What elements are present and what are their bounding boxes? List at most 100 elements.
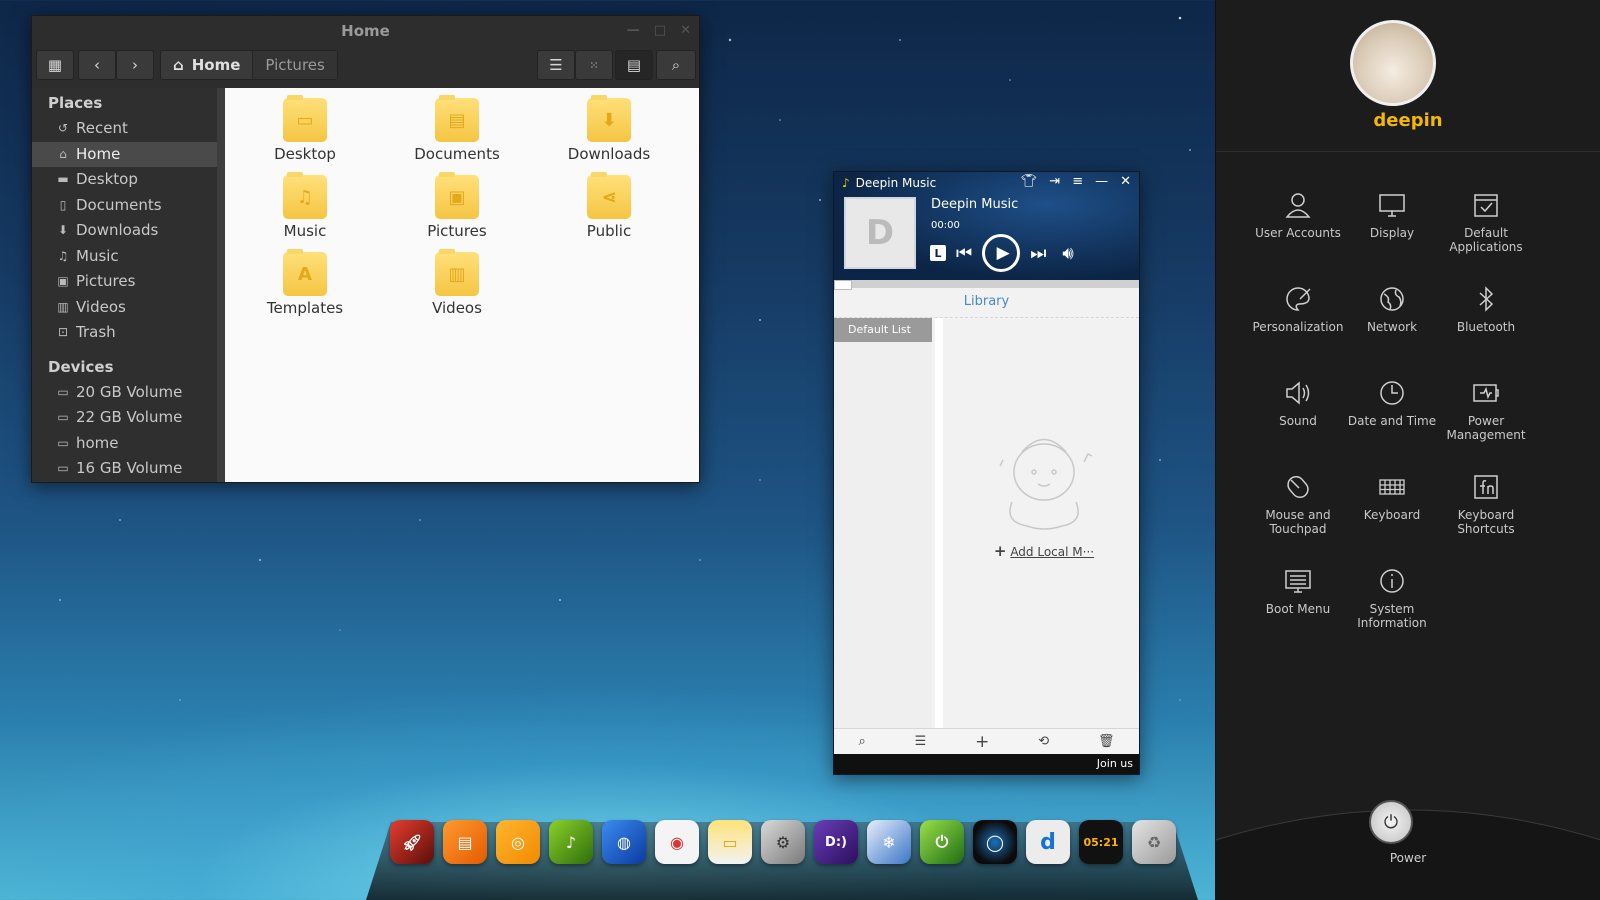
deepin-music-icon[interactable]: ♪: [549, 820, 593, 864]
breadcrumb-pictures[interactable]: Pictures: [252, 51, 337, 79]
setting-power-management[interactable]: Power Management: [1439, 378, 1533, 445]
progress-bar[interactable]: [834, 280, 1139, 290]
loop-icon[interactable]: ⟲: [1038, 734, 1049, 749]
clock-icon: [1377, 378, 1407, 408]
next-icon[interactable]: ⏭︎: [1030, 243, 1046, 264]
setting-keyboard[interactable]: Keyboard: [1345, 472, 1439, 539]
sidebar-item-label: Home: [76, 144, 121, 163]
setting-boot-menu[interactable]: Boot Menu: [1251, 566, 1345, 633]
power-label: Power: [1389, 851, 1427, 865]
sidebar-item-desktop[interactable]: ▬ Desktop: [32, 167, 217, 193]
folder-templates[interactable]: A Templates: [245, 249, 365, 317]
avatar[interactable]: [1350, 20, 1436, 106]
minimize-icon[interactable]: —: [1095, 174, 1108, 189]
icon-view-button[interactable]: ▤: [615, 50, 653, 80]
battery-icon: [1471, 378, 1501, 408]
delete-icon[interactable]: 🗑︎: [1098, 734, 1115, 749]
folder-label: Pictures: [427, 222, 487, 240]
tab-library[interactable]: Library: [834, 288, 1139, 318]
chevron-left-icon: ‹: [94, 56, 100, 74]
file-manager-icon[interactable]: ▭: [708, 820, 752, 864]
setting-keyboard-shortcuts[interactable]: Keyboard Shortcuts: [1439, 472, 1533, 539]
sidebar-item-documents[interactable]: ▯ Documents: [32, 193, 217, 219]
maximize-icon[interactable]: □: [654, 16, 666, 46]
sidebar-item-videos[interactable]: ▥ Videos: [32, 295, 217, 321]
play-button[interactable]: ▶: [982, 234, 1021, 272]
previous-icon[interactable]: ⏮︎: [956, 243, 972, 264]
forward-button[interactable]: ›: [116, 50, 154, 80]
setting-user-accounts[interactable]: User Accounts: [1251, 190, 1345, 257]
add-local-music-link[interactable]: + Add Local M···: [974, 542, 1114, 560]
network-icon[interactable]: ❄: [867, 820, 911, 864]
launcher-icon[interactable]: 🚀︎: [390, 820, 434, 864]
power-button[interactable]: ⏻: [1369, 800, 1413, 844]
folder-music[interactable]: ♫ Music: [245, 172, 365, 240]
folder-pictures[interactable]: ▣ Pictures: [397, 172, 517, 240]
setting-label: Keyboard: [1363, 508, 1421, 522]
add-icon[interactable]: +: [975, 732, 989, 752]
volume-icon[interactable]: 🔊︎: [1062, 243, 1073, 264]
setting-mouse-touchpad[interactable]: Mouse and Touchpad: [1251, 472, 1345, 539]
setting-bluetooth[interactable]: Bluetooth: [1439, 284, 1533, 351]
sidebar-item-label: 20 GB Volume: [76, 382, 183, 401]
folder-public[interactable]: ⋖ Public: [549, 172, 669, 240]
setting-display[interactable]: Display: [1345, 190, 1439, 257]
mini-mode-icon[interactable]: ⇥: [1049, 174, 1060, 189]
skin-icon[interactable]: 👕︎: [1021, 174, 1038, 189]
sidebar-device-20gb[interactable]: ▭ 20 GB Volume: [32, 380, 217, 406]
deepin-logo-icon[interactable]: d: [1026, 820, 1070, 864]
player-footer: ⌕ ☰ + ⟲ 🗑︎: [834, 728, 1139, 754]
setting-system-information[interactable]: System Information: [1345, 566, 1439, 633]
sidebar-device-home[interactable]: ▭ home: [32, 431, 217, 457]
sidebar-item-pictures[interactable]: ▣ Pictures: [32, 269, 217, 295]
playlist-default[interactable]: Default List: [834, 318, 932, 342]
sidebar-item-label: Music: [76, 246, 119, 265]
sidebar-item-recent[interactable]: ↺ Recent: [32, 116, 217, 142]
search-icon[interactable]: ⌕: [858, 734, 865, 749]
sidebar-device-16gb[interactable]: ▭ 16 GB Volume: [32, 456, 217, 482]
setting-date-time[interactable]: Date and Time: [1345, 378, 1439, 445]
back-button[interactable]: ‹: [78, 50, 116, 80]
system-settings-icon[interactable]: ⚙: [761, 820, 805, 864]
folder-videos[interactable]: ▥ Videos: [397, 249, 517, 317]
breadcrumb-home[interactable]: ⌂ Home: [161, 51, 252, 79]
browser-icon[interactable]: ◍: [602, 820, 646, 864]
menu-icon[interactable]: ≡: [1072, 174, 1083, 189]
trash-icon[interactable]: ♻: [1132, 820, 1176, 864]
folder-documents[interactable]: ▤ Documents: [397, 95, 517, 163]
sidebar-toggle-button[interactable]: ▦: [36, 50, 74, 80]
close-icon[interactable]: ✕: [1120, 174, 1131, 189]
list-view-button[interactable]: ☰: [537, 50, 575, 80]
close-icon[interactable]: ✕: [680, 16, 691, 46]
folder-label: Desktop: [274, 145, 336, 163]
search-button[interactable]: ⌕: [656, 50, 696, 80]
sidebar-scrollbar[interactable]: [217, 88, 225, 482]
sidebar-item-trash[interactable]: ⊡ Trash: [32, 320, 217, 346]
chrome-icon[interactable]: ◉: [655, 820, 699, 864]
sidebar-item-music[interactable]: ♫ Music: [32, 244, 217, 270]
power-icon[interactable]: ⏻: [920, 820, 964, 864]
folder-downloads[interactable]: ⬇ Downloads: [549, 95, 669, 163]
setting-sound[interactable]: Sound: [1251, 378, 1345, 445]
sidebar-item-downloads[interactable]: ⬇ Downloads: [32, 218, 217, 244]
setting-personalization[interactable]: Personalization: [1251, 284, 1345, 351]
join-us-link[interactable]: Join us: [834, 754, 1139, 774]
sidebar-item-home[interactable]: ⌂ Home: [32, 141, 217, 167]
deepin-terminal-icon[interactable]: D:): [814, 820, 858, 864]
setting-network[interactable]: Network: [1345, 284, 1439, 351]
music-note-icon: ♪: [842, 176, 850, 190]
screen-recorder-icon[interactable]: ◯: [973, 820, 1017, 864]
sidebar-device-22gb[interactable]: ▭ 22 GB Volume: [32, 405, 217, 431]
lyrics-button[interactable]: L: [930, 245, 946, 261]
drive-icon: ▭: [57, 435, 69, 450]
clock-icon[interactable]: 05:21: [1079, 820, 1123, 864]
deepin-movie-icon[interactable]: ◎: [496, 820, 540, 864]
folder-desktop[interactable]: ▭ Desktop: [245, 95, 365, 163]
setting-label: Keyboard Shortcuts: [1457, 508, 1515, 536]
list-icon[interactable]: ☰: [915, 734, 927, 749]
setting-default-applications[interactable]: Default Applications: [1439, 190, 1533, 257]
compact-view-button[interactable]: ⁙: [575, 50, 613, 80]
minimize-icon[interactable]: —: [627, 16, 640, 46]
sidebar-item-label: home: [76, 433, 119, 452]
appstore-icon[interactable]: ▤: [443, 820, 487, 864]
